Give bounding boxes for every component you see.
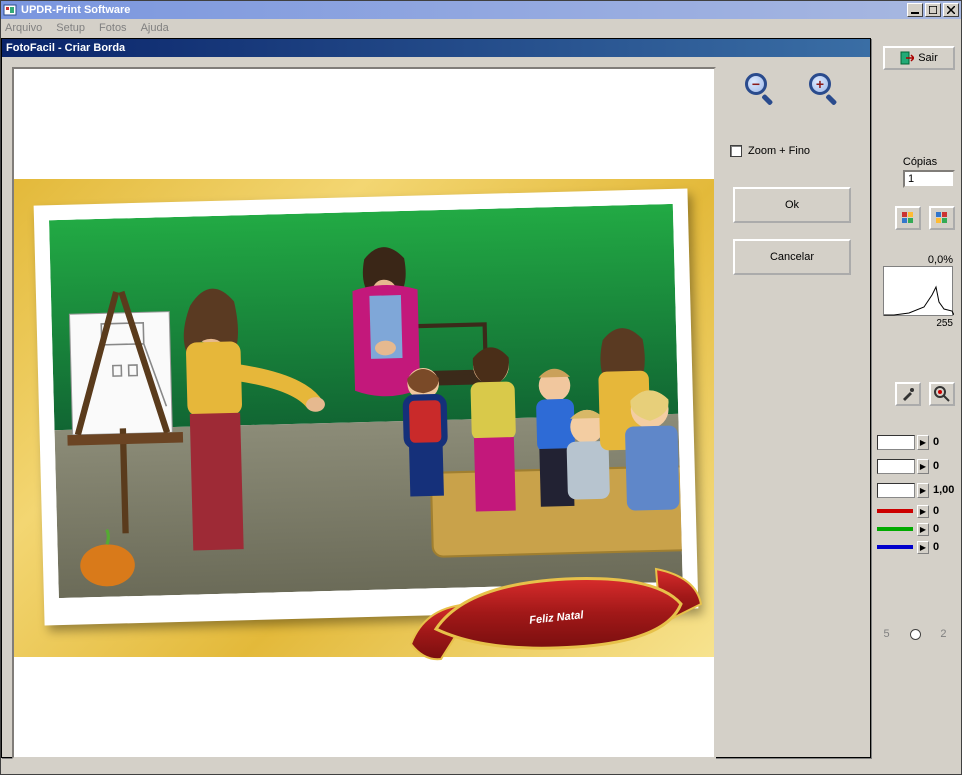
ribbon: Feliz Natal xyxy=(406,549,706,679)
palette-button-2[interactable] xyxy=(929,206,955,230)
exit-label: Sair xyxy=(918,52,938,64)
slider-row-3: ▶ 1,00 xyxy=(877,478,955,502)
checkbox-icon xyxy=(730,145,742,157)
slider-3-inc[interactable]: ▶ xyxy=(917,483,929,498)
app-title: UPDR-Print Software xyxy=(21,4,130,16)
slider-1-inc[interactable]: ▶ xyxy=(917,435,929,450)
menu-bar: Arquivo Setup Fotos Ajuda xyxy=(1,19,961,37)
minimize-button[interactable] xyxy=(907,3,923,17)
preview-area[interactable]: Feliz Natal xyxy=(12,67,716,759)
eyedropper-button[interactable] xyxy=(895,382,921,406)
slider-g[interactable] xyxy=(877,523,915,536)
maximize-button[interactable] xyxy=(925,3,941,17)
main-titlebar: UPDR-Print Software xyxy=(1,1,961,19)
radio-a-label: 5 xyxy=(883,628,889,640)
photo-image xyxy=(49,204,683,598)
radio-b-label: 2 xyxy=(940,628,946,640)
slider-r-inc[interactable]: ▶ xyxy=(917,505,929,518)
slider-1[interactable] xyxy=(877,435,915,450)
zoom-in-icon: + xyxy=(809,73,831,95)
slider-b-value: 0 xyxy=(929,541,955,553)
slider-b[interactable] xyxy=(877,541,915,554)
menu-fotos[interactable]: Fotos xyxy=(99,22,127,34)
dialog-body: Feliz Natal − + Zoom + Fino xyxy=(2,57,870,757)
palette-icon xyxy=(935,211,949,225)
door-exit-icon xyxy=(900,51,914,65)
zoom-out-icon: − xyxy=(745,73,767,95)
slider-2-value: 0 xyxy=(929,460,955,472)
ok-button[interactable]: Ok xyxy=(733,187,851,223)
slider-2-inc[interactable]: ▶ xyxy=(917,459,929,474)
app-icon xyxy=(3,3,17,17)
slider-3-value: 1,00 xyxy=(929,484,955,496)
percent-label: 0,0% xyxy=(928,254,953,266)
side-panel: Sair Cópias 0,0% 255 xyxy=(869,38,961,774)
redeye-zoom-button[interactable] xyxy=(929,382,955,406)
radio-group: 5 2 xyxy=(875,624,957,644)
palette-buttons xyxy=(883,206,955,234)
eyedropper-icon xyxy=(900,386,916,402)
slider-stack: ▶ 0 ▶ 0 ▶ 1,00 ▶ 0 ▶ 0 xyxy=(877,430,955,556)
main-window: UPDR-Print Software Arquivo Setup Fotos … xyxy=(0,0,962,775)
zoom-out-button[interactable]: − xyxy=(743,71,777,105)
slider-r-value: 0 xyxy=(929,505,955,517)
menu-arquivo[interactable]: Arquivo xyxy=(5,22,42,34)
slider-2[interactable] xyxy=(877,459,915,474)
exit-button[interactable]: Sair xyxy=(883,46,955,70)
slider-b-inc[interactable]: ▶ xyxy=(917,541,929,554)
copias-label: Cópias xyxy=(885,156,955,168)
copias-input[interactable] xyxy=(903,170,955,188)
zoom-fino-label: Zoom + Fino xyxy=(748,145,810,157)
zoom-fino-checkbox[interactable]: Zoom + Fino xyxy=(728,145,856,157)
slider-row-r: ▶ 0 xyxy=(877,502,955,520)
dialog-title: FotoFacil - Criar Borda xyxy=(6,42,125,54)
palette-button-1[interactable] xyxy=(895,206,921,230)
slider-row-2: ▶ 0 xyxy=(877,454,955,478)
slider-row-1: ▶ 0 xyxy=(877,430,955,454)
slider-1-value: 0 xyxy=(929,436,955,448)
palette-icon xyxy=(901,211,915,225)
slider-g-value: 0 xyxy=(929,523,955,535)
redeye-zoom-icon xyxy=(933,385,951,403)
slider-r[interactable] xyxy=(877,505,915,518)
adjust-tools xyxy=(883,382,955,410)
histogram xyxy=(883,266,953,316)
create-border-dialog: FotoFacil - Criar Borda xyxy=(1,38,871,758)
histogram-max: 255 xyxy=(936,318,953,329)
menu-ajuda[interactable]: Ajuda xyxy=(141,22,169,34)
dialog-titlebar: FotoFacil - Criar Borda xyxy=(2,39,870,57)
zoom-in-button[interactable]: + xyxy=(807,71,841,105)
cancel-button[interactable]: Cancelar xyxy=(733,239,851,275)
slider-row-g: ▶ 0 xyxy=(877,520,955,538)
zoom-buttons: − + xyxy=(728,71,856,105)
dialog-controls: − + Zoom + Fino Ok Cancelar xyxy=(728,67,856,291)
menu-setup[interactable]: Setup xyxy=(56,22,85,34)
slider-3[interactable] xyxy=(877,483,915,498)
slider-g-inc[interactable]: ▶ xyxy=(917,523,929,536)
radio-b[interactable] xyxy=(910,629,921,640)
slider-row-b: ▶ 0 xyxy=(877,538,955,556)
close-button[interactable] xyxy=(943,3,959,17)
card-preview: Feliz Natal xyxy=(14,179,714,657)
